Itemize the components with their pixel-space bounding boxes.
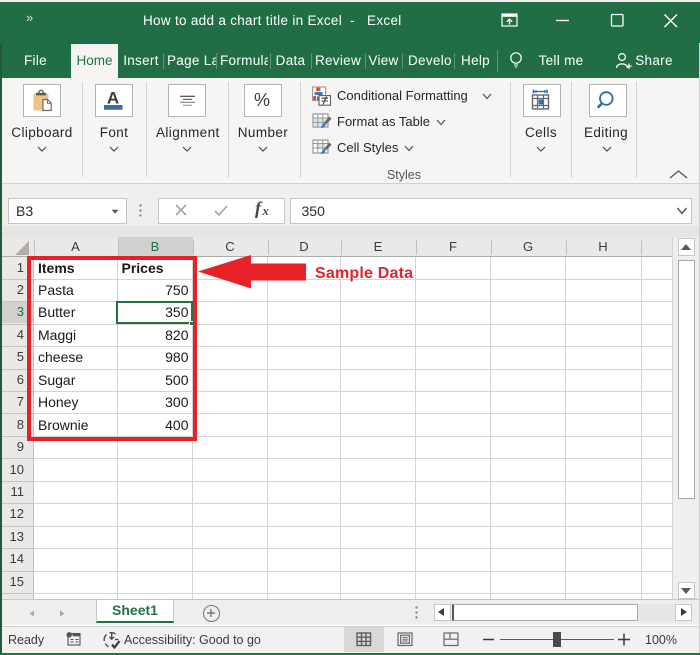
svg-text:A: A (107, 89, 119, 108)
